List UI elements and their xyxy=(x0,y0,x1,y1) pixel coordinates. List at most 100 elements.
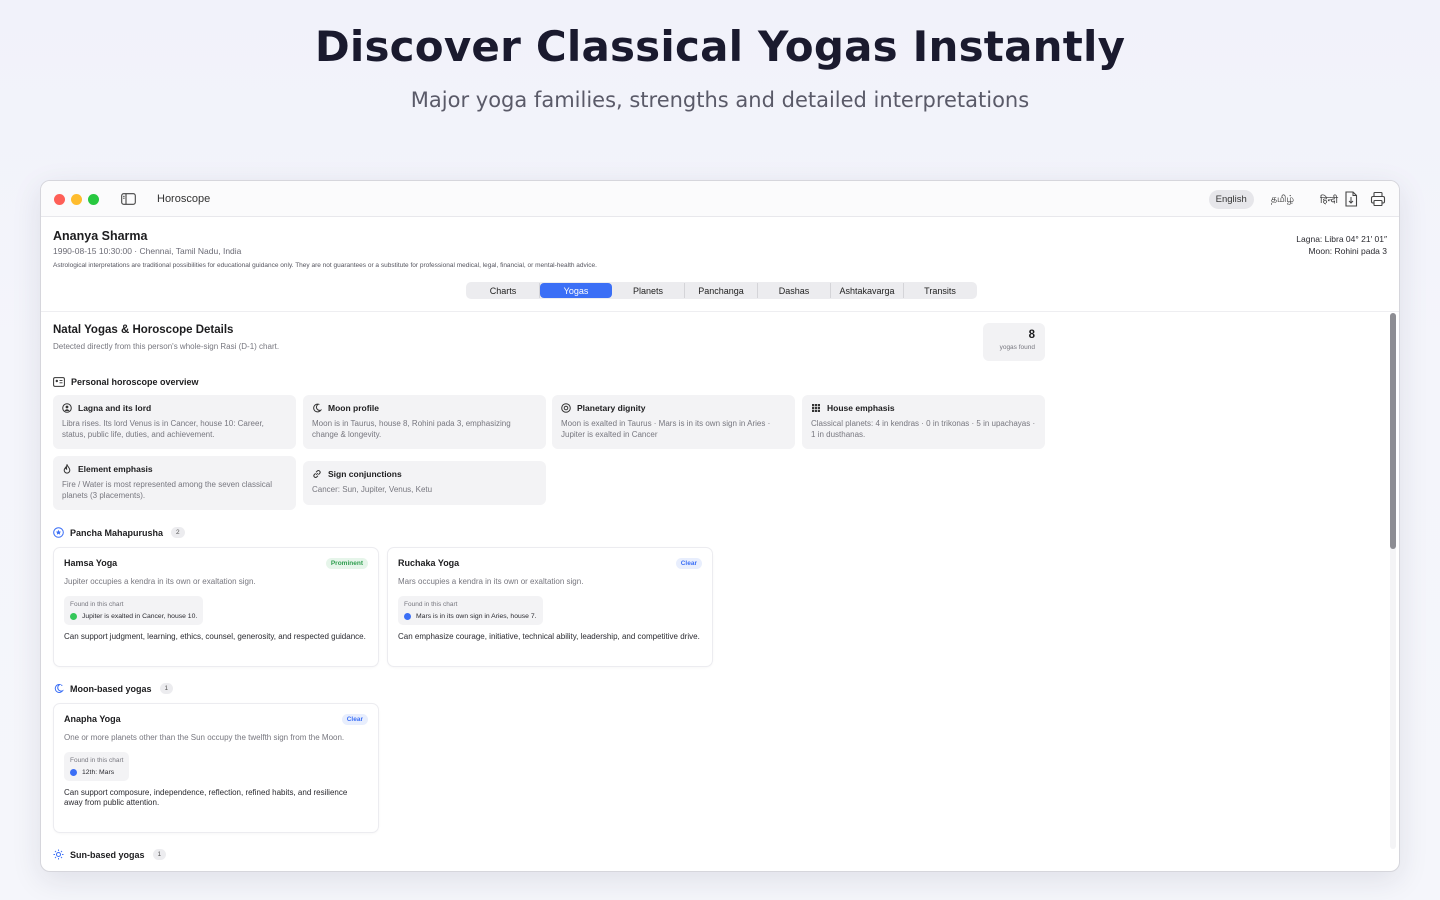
section-tabs: Charts Yogas Planets Panchanga Dashas As… xyxy=(466,282,977,299)
overview-card-title: Planetary dignity xyxy=(577,403,646,413)
lang-english-button[interactable]: English xyxy=(1208,190,1254,209)
yoga-effect: Can support judgment, learning, ethics, … xyxy=(64,631,366,641)
overview-card-text: Moon is in Taurus, house 8, Rohini pada … xyxy=(312,419,511,439)
overview-heading: Personal horoscope overview xyxy=(53,377,199,387)
overview-card-text: Libra rises. Its lord Venus is in Cancer… xyxy=(62,419,264,439)
strength-badge: Prominent xyxy=(325,558,368,569)
group-sun-count: 1 xyxy=(152,849,167,860)
hero-subtitle: Major yoga families, strengths and detai… xyxy=(410,88,1030,112)
lagna-summary: Lagna: Libra 04° 21′ 01″ Moon: Rohini pa… xyxy=(1296,233,1387,257)
tab-planets[interactable]: Planets xyxy=(612,283,685,298)
app-window: Horoscope English தமிழ் हिन्दी Ananya Sh… xyxy=(40,180,1400,872)
lang-hindi-button[interactable]: हिन्दी xyxy=(1311,189,1347,210)
group-sun-heading: Sun-based yogas 1 xyxy=(53,849,167,860)
content-divider xyxy=(41,311,1399,312)
yoga-description: Jupiter occupies a kendra in its own or … xyxy=(64,577,256,586)
yogas-found-count: 8 xyxy=(1028,329,1035,341)
found-in-chart-item: Jupiter is exalted in Cancer, house 10. xyxy=(82,612,198,620)
strength-badge: Clear xyxy=(341,714,368,725)
person-circle-icon xyxy=(62,403,72,413)
moon-icon xyxy=(313,403,322,413)
yoga-card-hamsa[interactable]: Hamsa Yoga Prominent Jupiter occupies a … xyxy=(53,547,379,667)
tab-panchanga[interactable]: Panchanga xyxy=(685,283,758,298)
found-in-chart-label: Found in this chart xyxy=(70,756,124,764)
group-moon-title: Moon-based yogas xyxy=(70,683,152,694)
lang-tamil-button[interactable]: தமிழ் xyxy=(1264,190,1301,210)
overview-card-dignity: Planetary dignity Moon is exalted in Tau… xyxy=(552,395,795,449)
disclaimer-text: Astrological interpretations are traditi… xyxy=(53,262,597,269)
zoom-window-button[interactable] xyxy=(88,194,99,205)
overview-card-moon: Moon profile Moon is in Taurus, house 8,… xyxy=(303,395,546,449)
checkmark-icon xyxy=(70,768,77,776)
found-in-chart-box: Found in this chart Mars is in its own s… xyxy=(398,595,543,625)
found-in-chart-box: Found in this chart Jupiter is exalted i… xyxy=(64,595,204,625)
profile-birth-details: 1990-08-15 10:30:00 · Chennai, Tamil Nad… xyxy=(53,246,242,256)
print-icon[interactable] xyxy=(1370,191,1386,207)
sun-icon xyxy=(53,849,64,860)
group-pancha-heading: Pancha Mahapurusha 2 xyxy=(53,527,185,538)
overview-card-text: Cancer: Sun, Jupiter, Venus, Ketu xyxy=(312,485,433,494)
tab-dashas[interactable]: Dashas xyxy=(758,283,831,298)
overview-card-lagna: Lagna and its lord Libra rises. Its lord… xyxy=(53,395,296,449)
yoga-effect: Can support composure, independence, ref… xyxy=(64,787,348,808)
found-in-chart-item: 12th: Mars xyxy=(82,768,115,776)
status-dot-icon xyxy=(70,612,77,620)
overview-card-text: Classical planets: 4 in kendras · 0 in t… xyxy=(811,419,1036,439)
link-icon xyxy=(313,470,321,478)
section-title: Natal Yogas & Horoscope Details xyxy=(53,324,234,336)
flame-icon xyxy=(63,464,71,474)
overview-card-title: Moon profile xyxy=(328,403,379,413)
yoga-name: Anapha Yoga xyxy=(64,714,121,724)
tab-transits[interactable]: Transits xyxy=(904,283,976,298)
profile-name: Ananya Sharma xyxy=(53,229,148,243)
grid-icon xyxy=(812,404,820,412)
overview-card-title: Lagna and its lord xyxy=(78,403,152,413)
window-title: Horoscope xyxy=(157,193,211,205)
overview-heading-label: Personal horoscope overview xyxy=(71,377,199,387)
yoga-description: Mars occupies a kendra in its own or exa… xyxy=(398,577,584,586)
export-pdf-icon[interactable] xyxy=(1344,191,1360,207)
moon-stars-icon xyxy=(54,683,64,693)
hero-title: Discover Classical Yogas Instantly xyxy=(314,22,1126,71)
yoga-effect: Can emphasize courage, initiative, techn… xyxy=(398,631,700,641)
yoga-card-anapha[interactable]: Anapha Yoga Clear One or more planets ot… xyxy=(53,703,379,833)
star-circle-icon xyxy=(53,527,64,538)
sidebar-toggle-icon[interactable] xyxy=(115,188,141,210)
group-moon-heading: Moon-based yogas 1 xyxy=(53,683,174,694)
overview-card-house: House emphasis Classical planets: 4 in k… xyxy=(802,395,1045,449)
yogas-found-label: yogas found xyxy=(999,344,1035,351)
overview-card-title: Element emphasis xyxy=(78,464,153,474)
language-switcher: English தமிழ் हिन्दी xyxy=(1208,189,1347,210)
titlebar: Horoscope English தமிழ் हिन्दी xyxy=(41,181,1399,217)
tab-ashtakavarga[interactable]: Ashtakavarga xyxy=(831,283,904,298)
group-pancha-count: 2 xyxy=(171,527,185,538)
group-pancha-title: Pancha Mahapurusha xyxy=(70,527,164,538)
found-in-chart-label: Found in this chart xyxy=(70,600,124,608)
minimize-window-button[interactable] xyxy=(71,194,82,205)
overview-card-title: House emphasis xyxy=(827,403,895,413)
checkmark-icon xyxy=(404,612,411,620)
close-window-button[interactable] xyxy=(54,194,65,205)
yoga-description: One or more planets other than the Sun o… xyxy=(64,733,345,742)
overview-card-text: Fire / Water is most represented among t… xyxy=(62,480,273,500)
vertical-scrollbar[interactable] xyxy=(1390,313,1396,849)
yoga-name: Ruchaka Yoga xyxy=(398,558,460,568)
overview-card-title: Sign conjunctions xyxy=(328,469,402,479)
yoga-card-ruchaka[interactable]: Ruchaka Yoga Clear Mars occupies a kendr… xyxy=(387,547,713,667)
yogas-found-counter: 8 yogas found xyxy=(983,323,1045,361)
group-moon-count: 1 xyxy=(159,683,174,694)
strength-badge: Clear xyxy=(675,558,702,569)
found-in-chart-label: Found in this chart xyxy=(404,600,458,608)
lagna-text: Lagna: Libra 04° 21′ 01″ xyxy=(1296,234,1387,244)
overview-card-text: Moon is exalted in Taurus · Mars is in i… xyxy=(561,419,771,439)
id-card-icon xyxy=(53,377,65,387)
scrollbar-thumb[interactable] xyxy=(1390,313,1396,549)
group-sun-title: Sun-based yogas xyxy=(70,849,145,860)
overview-card-element: Element emphasis Fire / Water is most re… xyxy=(53,456,296,510)
tab-charts[interactable]: Charts xyxy=(467,283,540,298)
dignity-icon xyxy=(561,403,571,413)
yoga-name: Hamsa Yoga xyxy=(64,558,118,568)
found-in-chart-item: Mars is in its own sign in Aries, house … xyxy=(416,612,537,620)
tab-yogas[interactable]: Yogas xyxy=(540,283,612,298)
overview-card-conjunctions: Sign conjunctions Cancer: Sun, Jupiter, … xyxy=(303,461,546,505)
